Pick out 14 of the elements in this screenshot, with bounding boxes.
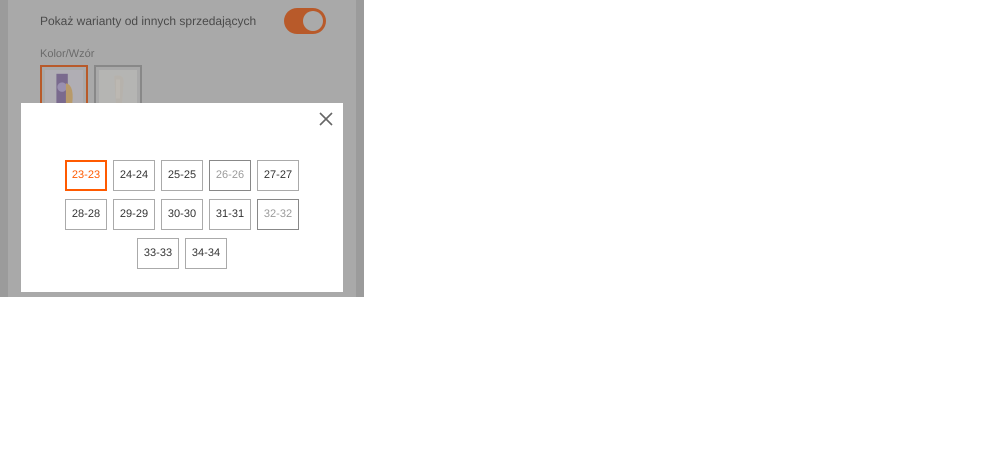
color-pattern-label: Kolor/Wzór xyxy=(40,47,96,62)
size-option[interactable]: 29-29 xyxy=(113,199,155,230)
size-option[interactable]: 33-33 xyxy=(137,238,179,269)
size-option[interactable]: 28-28 xyxy=(65,199,107,230)
size-option[interactable]: 30-30 xyxy=(161,199,203,230)
size-option[interactable]: 27-27 xyxy=(257,160,299,191)
close-button[interactable] xyxy=(317,110,335,128)
size-option[interactable]: 34-34 xyxy=(185,238,227,269)
size-option[interactable]: 25-25 xyxy=(161,160,203,191)
toggle-switch[interactable] xyxy=(284,8,326,34)
toggle-label: Pokaż warianty od innych sprzedających xyxy=(40,13,256,30)
close-icon xyxy=(319,112,333,126)
size-option[interactable]: 24-24 xyxy=(113,160,155,191)
size-option[interactable]: 31-31 xyxy=(209,199,251,230)
